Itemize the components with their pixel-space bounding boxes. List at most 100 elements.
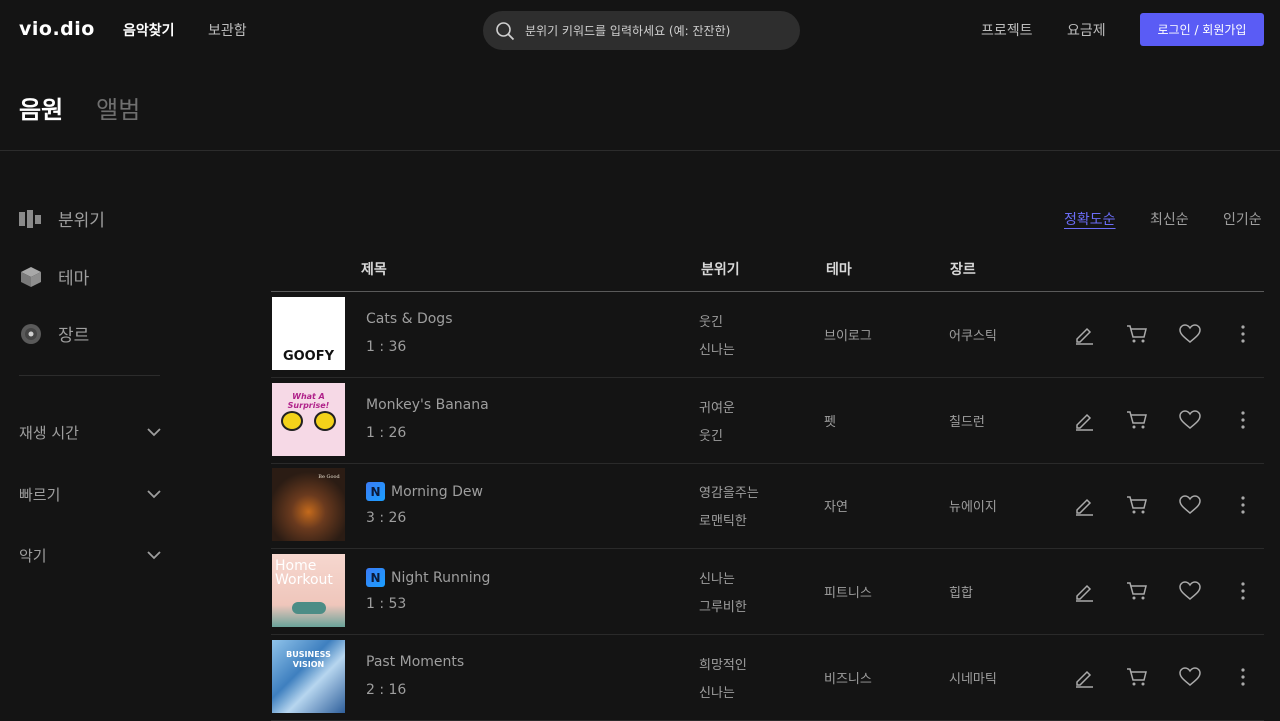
album-thumbnail[interactable]: Be Good: [272, 468, 345, 541]
theme-value[interactable]: 브이로그: [824, 325, 872, 344]
theme-value[interactable]: 피트니스: [824, 582, 872, 601]
more-options-button[interactable]: [1231, 322, 1255, 346]
login-signup-button[interactable]: 로그인 / 회원가입: [1140, 13, 1264, 46]
cart-icon: [1127, 496, 1147, 514]
mood-tag[interactable]: 귀여운: [699, 397, 735, 416]
track-title[interactable]: N Morning Dew: [366, 482, 483, 501]
track-title-text: Past Moments: [366, 654, 465, 670]
track-title-text: Night Running: [391, 569, 491, 586]
genre-value[interactable]: 뉴에이지: [949, 496, 997, 515]
pencil-icon: [1076, 498, 1093, 516]
sort-accuracy[interactable]: 정확도순: [1064, 209, 1116, 229]
track-title-text: Cats & Dogs: [366, 311, 453, 327]
more-options-button[interactable]: [1231, 665, 1255, 689]
filter-label: 빠르기: [19, 486, 61, 504]
more-vertical-icon: [1241, 325, 1245, 343]
mood-tag[interactable]: 그루비한: [699, 596, 747, 615]
tab-albums[interactable]: 앨범: [96, 90, 140, 125]
more-vertical-icon: [1241, 582, 1245, 600]
thumbnail-text: BUSINESS VISION: [286, 650, 331, 669]
more-options-button[interactable]: [1231, 579, 1255, 603]
nav-pricing[interactable]: 요금제: [1067, 20, 1106, 40]
theme-value[interactable]: 자연: [824, 496, 848, 515]
mood-tag[interactable]: 로맨틱한: [699, 510, 747, 529]
sidebar-item-mood[interactable]: 분위기: [19, 206, 105, 231]
mood-tag[interactable]: 웃긴: [699, 311, 723, 330]
theme-value[interactable]: 펫: [824, 411, 836, 430]
sidebar-item-label: 테마: [58, 269, 90, 289]
sidebar-item-theme[interactable]: 테마: [19, 264, 89, 289]
heart-icon: [1179, 324, 1201, 343]
edit-button[interactable]: [1072, 665, 1096, 689]
nav-library[interactable]: 보관함: [208, 20, 247, 40]
edit-button[interactable]: [1072, 579, 1096, 603]
cube-icon: [19, 265, 43, 289]
filter-label: 재생 시간: [19, 424, 79, 442]
like-button[interactable]: [1178, 493, 1202, 517]
mood-tag[interactable]: 신나는: [699, 682, 735, 701]
heart-icon: [1179, 495, 1201, 514]
track-title[interactable]: Monkey's Banana: [366, 397, 489, 413]
sort-latest[interactable]: 최신순: [1150, 209, 1189, 229]
genre-value[interactable]: 어쿠스틱: [949, 325, 997, 344]
cart-icon: [1127, 582, 1147, 600]
heart-icon: [1179, 581, 1201, 600]
genre-value[interactable]: 시네마틱: [949, 668, 997, 687]
nav-project[interactable]: 프로젝트: [981, 20, 1033, 40]
tab-tracks[interactable]: 음원: [19, 90, 63, 125]
page-tabs: 음원 앨범: [19, 90, 140, 125]
theme-value[interactable]: 비즈니스: [824, 668, 872, 687]
filter-tempo[interactable]: 빠르기: [19, 484, 161, 505]
edit-button[interactable]: [1072, 493, 1096, 517]
heart-icon: [1179, 410, 1201, 429]
mood-tag[interactable]: 희망적인: [699, 654, 747, 673]
mood-tag[interactable]: 영감을주는: [699, 482, 759, 501]
album-thumbnail[interactable]: BUSINESS VISION: [272, 640, 345, 713]
add-to-cart-button[interactable]: [1125, 493, 1149, 517]
logo[interactable]: vio.dio: [19, 18, 95, 40]
track-title[interactable]: Past Moments: [366, 654, 464, 670]
table-row[interactable]: GOOFY Cats & Dogs 1 : 36 웃긴 신나는 브이로그 어쿠스…: [271, 292, 1264, 378]
table-row[interactable]: Home Workout N Night Running 1 : 53 신나는 …: [271, 549, 1264, 635]
track-duration: 1 : 26: [366, 425, 407, 441]
table-row[interactable]: BUSINESS VISION Past Moments 2 : 16 희망적인…: [271, 635, 1264, 721]
filter-duration[interactable]: 재생 시간: [19, 422, 161, 443]
mood-tag[interactable]: 웃긴: [699, 425, 723, 444]
table-row[interactable]: What A Surprise! Monkey's Banana 1 : 26 …: [271, 378, 1264, 464]
more-options-button[interactable]: [1231, 408, 1255, 432]
more-options-button[interactable]: [1231, 493, 1255, 517]
track-title[interactable]: Cats & Dogs: [366, 311, 452, 327]
album-thumbnail[interactable]: Home Workout: [272, 554, 345, 627]
edit-button[interactable]: [1072, 322, 1096, 346]
sort-popular[interactable]: 인기순: [1223, 209, 1262, 229]
sidebar-divider: [19, 375, 160, 376]
pencil-icon: [1076, 584, 1093, 602]
nav-music-search[interactable]: 음악찾기: [123, 20, 175, 40]
search-bar[interactable]: [483, 11, 800, 50]
search-input[interactable]: [525, 23, 785, 38]
edit-button[interactable]: [1072, 408, 1096, 432]
mood-tag[interactable]: 신나는: [699, 568, 735, 587]
album-thumbnail[interactable]: GOOFY: [272, 297, 345, 370]
track-duration: 1 : 53: [366, 596, 407, 612]
sidebar-item-genre[interactable]: 장르: [19, 321, 89, 346]
add-to-cart-button[interactable]: [1125, 408, 1149, 432]
add-to-cart-button[interactable]: [1125, 665, 1149, 689]
like-button[interactable]: [1178, 408, 1202, 432]
filter-instrument[interactable]: 악기: [19, 545, 161, 566]
genre-value[interactable]: 힙합: [949, 582, 973, 601]
like-button[interactable]: [1178, 579, 1202, 603]
table-row[interactable]: Be Good N Morning Dew 3 : 26 영감을주는 로맨틱한 …: [271, 463, 1264, 549]
new-badge: N: [366, 568, 385, 587]
add-to-cart-button[interactable]: [1125, 579, 1149, 603]
add-to-cart-button[interactable]: [1125, 322, 1149, 346]
mood-tag[interactable]: 신나는: [699, 339, 735, 358]
like-button[interactable]: [1178, 322, 1202, 346]
album-thumbnail[interactable]: What A Surprise!: [272, 383, 345, 456]
column-header-title: 제목: [361, 262, 387, 278]
genre-value[interactable]: 칠드런: [949, 411, 985, 430]
like-button[interactable]: [1178, 665, 1202, 689]
more-vertical-icon: [1241, 496, 1245, 514]
track-title[interactable]: N Night Running: [366, 568, 490, 587]
pencil-icon: [1076, 327, 1093, 345]
